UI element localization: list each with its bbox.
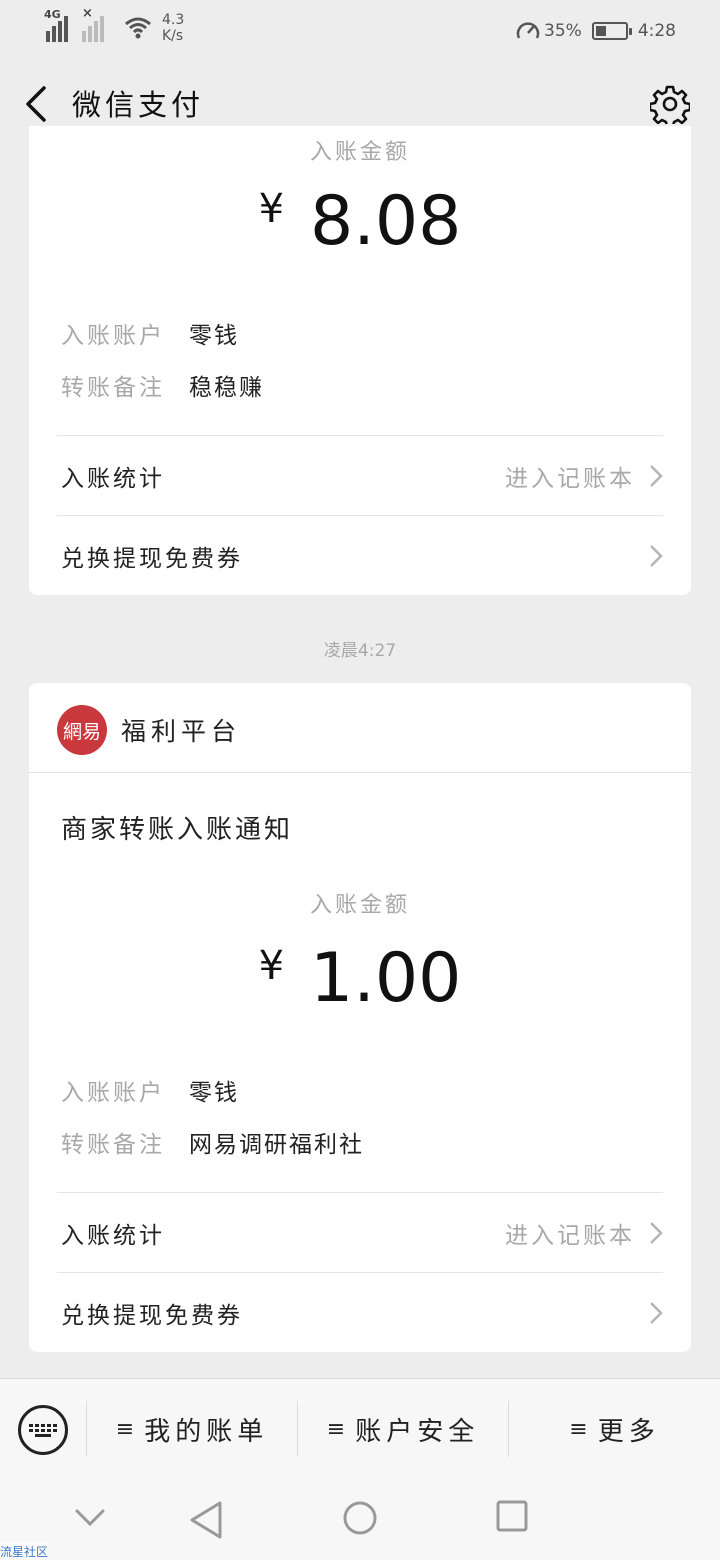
stats-hint: 进入记账本 xyxy=(505,1223,635,1249)
account-row: 入账账户 零钱 xyxy=(61,316,239,350)
amount-label: 入账金额 xyxy=(309,140,410,165)
chevron-right-icon xyxy=(650,1302,663,1324)
account-label: 入账账户 xyxy=(61,323,165,349)
menu-hamburger-icon: ≡ xyxy=(569,1416,588,1442)
nav-back-icon[interactable] xyxy=(188,1500,224,1540)
coupon-row[interactable]: 兑换提现免费券 xyxy=(61,516,663,595)
gear-icon[interactable] xyxy=(650,84,690,124)
coupon-row[interactable]: 兑换提现免费券 xyxy=(61,1273,663,1352)
cell-signal-icon: 4G xyxy=(44,8,76,42)
menu-more[interactable]: ≡ 更多 xyxy=(509,1399,720,1459)
chevron-right-icon xyxy=(650,545,663,567)
stats-label: 入账统计 xyxy=(61,466,165,492)
message-time: 凌晨4:27 xyxy=(323,641,397,661)
account-value: 零钱 xyxy=(189,1080,239,1106)
net-speed-unit: K/s xyxy=(162,28,184,44)
status-right: 35% 4:28 xyxy=(515,18,676,44)
account-label: 入账账户 xyxy=(61,1080,165,1106)
brand-name: 福利平台 xyxy=(121,717,242,746)
transfer-card-2: 網易 福利平台 商家转账入账通知 入账金额 ¥1.00 入账账户 零钱 转账备注… xyxy=(29,683,691,1352)
back-arrow-icon[interactable] xyxy=(22,84,50,124)
menu-my-bills[interactable]: ≡ 我的账单 xyxy=(87,1399,297,1459)
clock: 4:28 xyxy=(637,21,676,41)
amount-value: ¥8.08 xyxy=(29,182,691,261)
network-type-label: 4G xyxy=(44,8,61,21)
battery-percent: 35% xyxy=(544,21,582,41)
stats-row[interactable]: 入账统计 进入记账本 xyxy=(61,1193,663,1273)
chevron-right-icon xyxy=(650,1222,663,1244)
menu-hamburger-icon: ≡ xyxy=(115,1416,135,1442)
watermark: 流星社区 xyxy=(0,1543,49,1560)
account-value: 零钱 xyxy=(189,323,239,349)
amount-value: ¥1.00 xyxy=(29,939,691,1018)
stats-hint: 进入记账本 xyxy=(505,466,635,492)
coupon-label: 兑换提现免费券 xyxy=(61,1303,243,1329)
speed-gauge-icon xyxy=(516,22,540,39)
nav-home-icon[interactable] xyxy=(342,1500,378,1536)
menu-hamburger-icon: ≡ xyxy=(326,1416,346,1442)
keyboard-toggle-button[interactable] xyxy=(18,1405,68,1455)
account-row: 入账账户 零钱 xyxy=(61,1073,239,1107)
divider xyxy=(29,772,691,773)
amount-number: 1.00 xyxy=(310,939,462,1018)
status-bar: 4G × 4.3 K/s 35% 4:28 xyxy=(0,0,720,62)
page-title: 微信支付 xyxy=(72,88,205,122)
brand-row[interactable]: 網易 福利平台 xyxy=(57,705,241,755)
cell-signal-2-icon: × xyxy=(82,6,112,42)
remark-row: 转账备注 网易调研福利社 xyxy=(61,1125,364,1159)
remark-value: 稳稳赚 xyxy=(189,375,264,401)
brand-logo: 網易 xyxy=(57,705,107,755)
stats-row[interactable]: 入账统计 进入记账本 xyxy=(61,436,663,516)
menu-label: 我的账单 xyxy=(144,1416,269,1447)
battery-fill xyxy=(595,26,606,36)
menu-account-security[interactable]: ≡ 账户安全 xyxy=(298,1399,508,1459)
system-nav-bar: 流星社区 xyxy=(0,1478,720,1560)
bottom-menu: ≡ 我的账单 ≡ 账户安全 ≡ 更多 xyxy=(0,1378,720,1478)
net-speed: 4.3 K/s xyxy=(162,12,184,44)
remark-label: 转账备注 xyxy=(61,375,165,401)
net-speed-value: 4.3 xyxy=(162,12,185,28)
battery-icon xyxy=(591,22,632,40)
notice-title: 商家转账入账通知 xyxy=(61,815,294,845)
menu-label: 账户安全 xyxy=(355,1416,480,1447)
transfer-card-1: 入账金额 ¥8.08 入账账户 零钱 转账备注 稳稳赚 入账统计 进入记账本 兑… xyxy=(29,126,691,595)
currency-symbol: ¥ xyxy=(258,186,285,232)
chevron-down-icon[interactable] xyxy=(74,1508,106,1528)
stats-label: 入账统计 xyxy=(61,1223,165,1249)
remark-row: 转账备注 稳稳赚 xyxy=(61,368,264,402)
wifi-icon xyxy=(125,17,151,39)
chevron-right-icon xyxy=(650,465,663,487)
currency-symbol: ¥ xyxy=(258,943,285,989)
status-left: 4G × 4.3 K/s xyxy=(44,6,184,44)
keyboard-icon xyxy=(29,1423,57,1437)
coupon-label: 兑换提现免费券 xyxy=(61,546,243,572)
remark-value: 网易调研福利社 xyxy=(189,1132,364,1158)
amount-label: 入账金额 xyxy=(309,893,410,918)
amount-number: 8.08 xyxy=(310,182,462,261)
nav-recents-icon[interactable] xyxy=(496,1500,528,1532)
remark-label: 转账备注 xyxy=(61,1132,165,1158)
menu-label: 更多 xyxy=(597,1416,660,1447)
